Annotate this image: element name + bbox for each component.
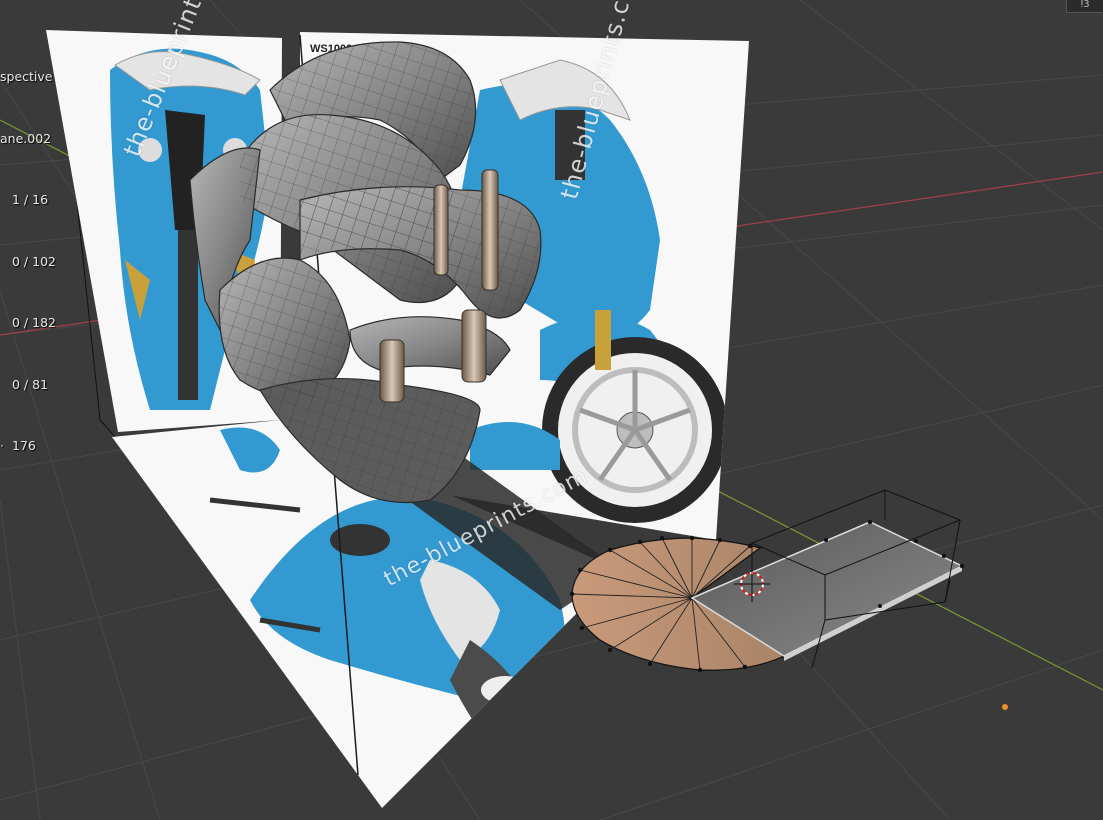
stat-faces: 0 / 81 [12,376,49,392]
stat-edges: 0 / 182 [12,315,56,330]
stat-triangles: · 176 [0,438,36,453]
fork-right [461,309,487,383]
object-name-label: ane.002 [0,130,52,146]
view-name-label: spective [0,69,53,84]
fork-left [379,339,405,403]
stat-vertices: 0 / 102 [12,253,56,269]
fork-upper [481,169,499,291]
fork-upper-left [433,184,449,276]
object-origin-icon[interactable] [1002,704,1008,710]
scene-canvas[interactable]: WS1000 RR [0,0,1103,820]
stat-objects: 1 / 16 [12,192,49,207]
3d-viewport[interactable]: WS1000 RR [0,0,1103,820]
viewport-corner-widget[interactable]: ⵑ3 [1066,0,1103,13]
viewport-info-overlay: spective ane.002 1 / 16 0 / 102 0 / 182 … [0,26,92,498]
